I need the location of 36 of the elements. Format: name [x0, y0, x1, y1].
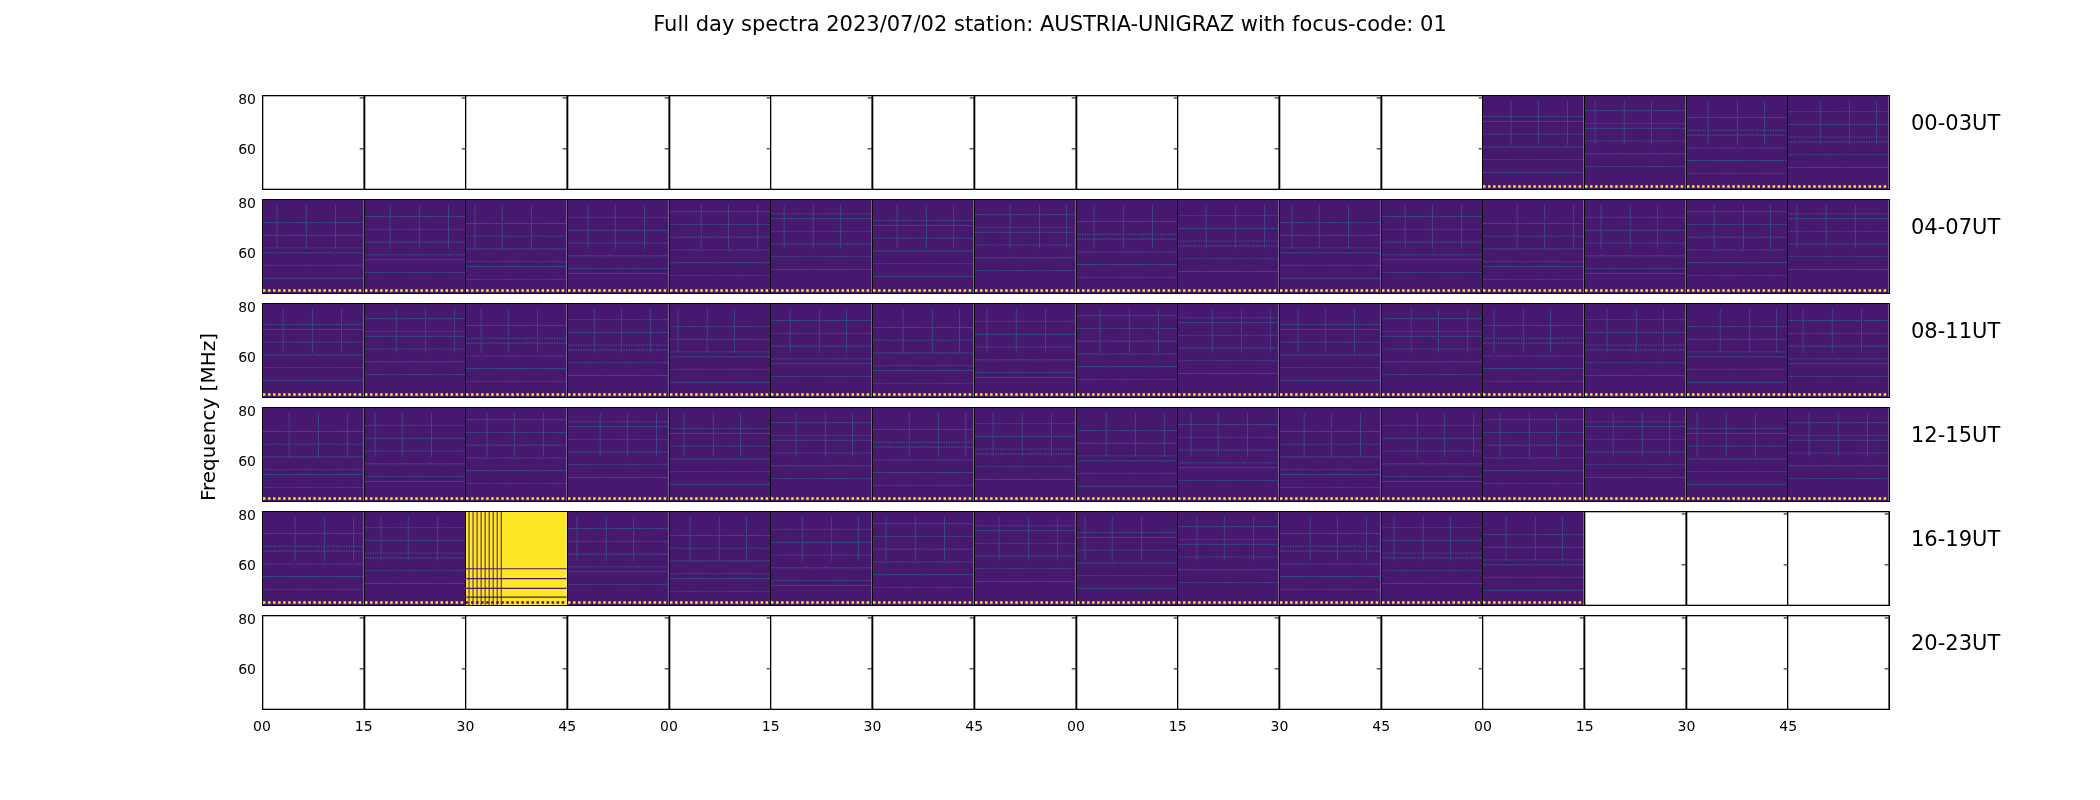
- x-tick-label: 30: [456, 718, 475, 734]
- x-tick-label: 15: [761, 718, 780, 734]
- y-tick-label: 80: [238, 299, 256, 315]
- x-tick-label: 30: [1677, 718, 1696, 734]
- y-tick-label: 80: [238, 91, 256, 107]
- row-time-label: 08-11UT: [1910, 318, 2001, 345]
- x-tick-label: 45: [1372, 718, 1391, 734]
- x-tick-label: 00: [1067, 718, 1085, 734]
- y-tick-label: 80: [238, 195, 256, 211]
- x-tick-label: 00: [1474, 718, 1492, 734]
- x-tick-label: 15: [354, 718, 373, 734]
- y-tick-label: 60: [238, 245, 256, 262]
- y-tick-label: 60: [238, 557, 256, 574]
- row-time-label: 00-03UT: [1910, 110, 2001, 137]
- x-tick-label: 15: [1168, 718, 1187, 734]
- row-time-label: 04-07UT: [1910, 214, 2001, 241]
- y-tick-label: 60: [238, 661, 256, 678]
- x-tick-label: 00: [660, 718, 678, 734]
- x-tick-label: 15: [1575, 718, 1594, 734]
- x-tick-label: 30: [863, 718, 882, 734]
- row-time-label: 16-19UT: [1910, 526, 2001, 553]
- y-tick-label: 60: [238, 453, 256, 470]
- x-tick-label: 45: [965, 718, 984, 734]
- y-tick-label: 80: [238, 403, 256, 419]
- x-tick-label: 00: [253, 718, 271, 734]
- figure-title: Full day spectra 2023/07/02 station: AUSTRIA-UNIGRAZ with focus-code: 01: [652, 11, 1448, 38]
- y-tick-label: 60: [238, 141, 256, 158]
- y-tick-label: 80: [238, 507, 256, 523]
- y-axis-label: Frequency [MHz]: [196, 333, 220, 502]
- x-tick-label: 45: [558, 718, 577, 734]
- x-tick-label: 30: [1270, 718, 1289, 734]
- row-time-label: 12-15UT: [1910, 422, 2001, 449]
- x-tick-label: 45: [1779, 718, 1798, 734]
- row-time-label: 20-23UT: [1910, 630, 2001, 657]
- y-tick-label: 60: [238, 349, 256, 366]
- y-tick-label: 80: [238, 611, 256, 627]
